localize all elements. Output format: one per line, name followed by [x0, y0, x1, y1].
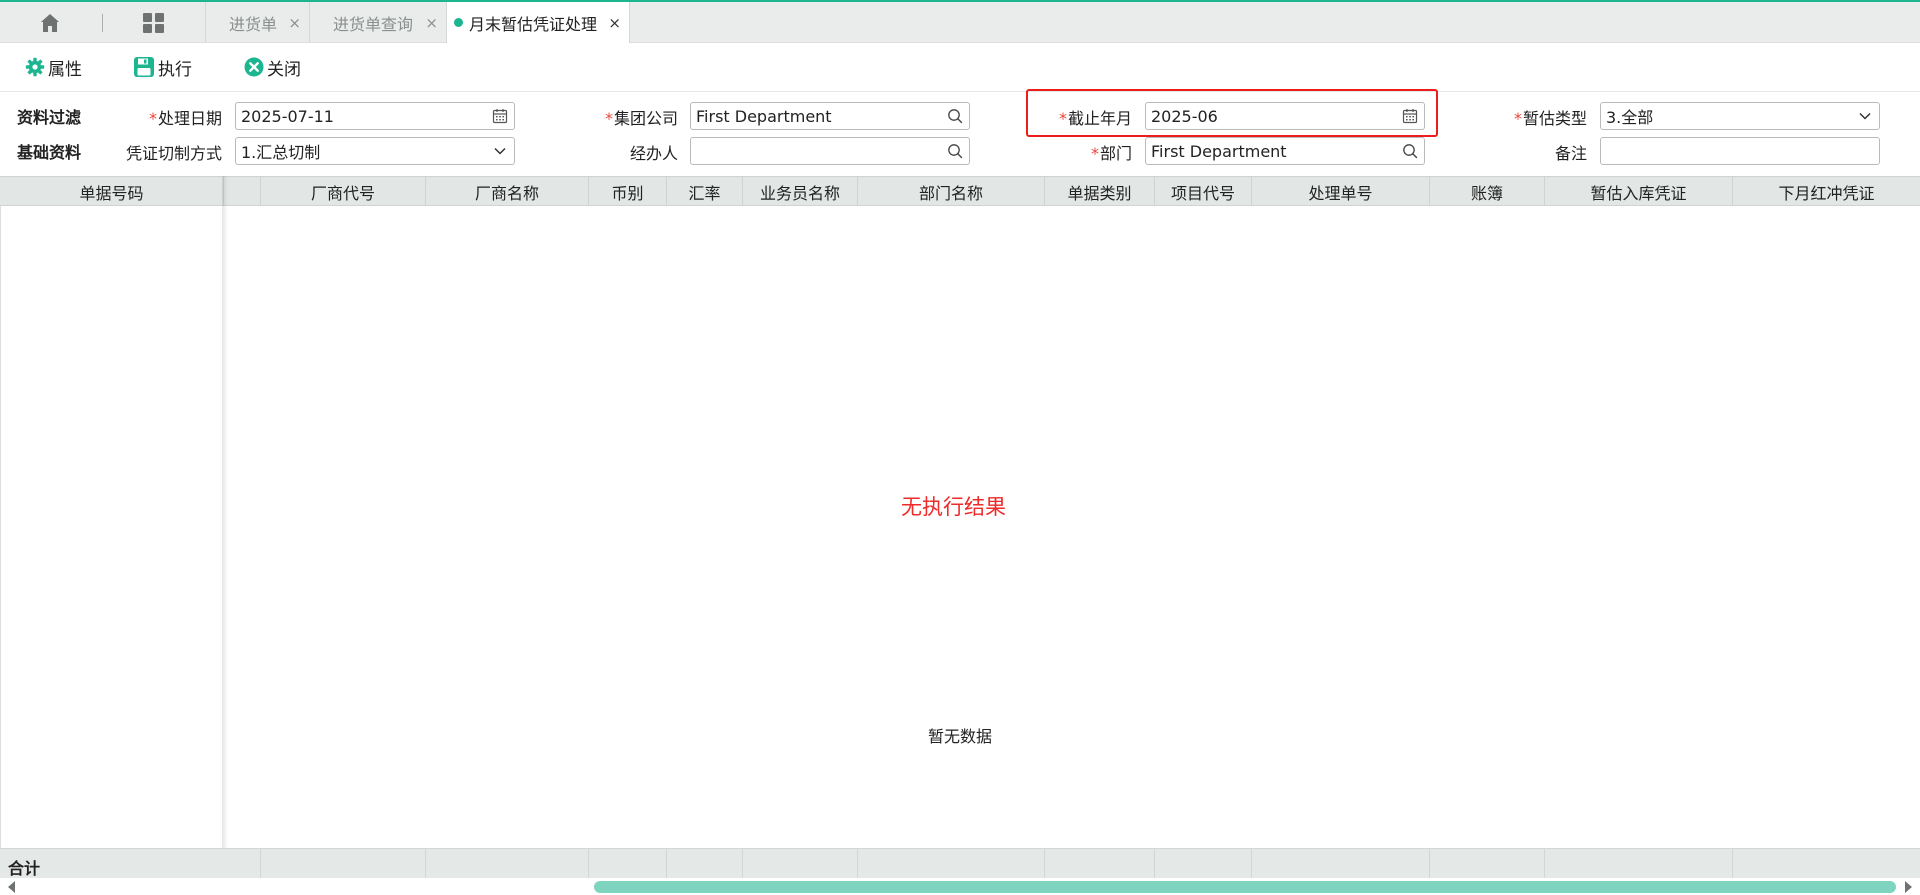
footer-cell: [743, 849, 858, 879]
required-mark: *: [1090, 144, 1099, 163]
active-tab-dot-icon: [454, 18, 463, 27]
required-mark: *: [604, 109, 613, 128]
calendar-icon[interactable]: [492, 108, 508, 124]
column-header-vendor-code[interactable]: 厂商代号: [261, 177, 426, 206]
execute-label: 执行: [158, 59, 192, 80]
footer-cell: [858, 849, 1045, 879]
remark-field[interactable]: [1600, 137, 1880, 165]
footer-cell: [261, 849, 426, 879]
column-header-project-code[interactable]: 项目代号: [1155, 177, 1252, 206]
estimate-type-select[interactable]: 3.全部: [1600, 102, 1880, 130]
chevron-down-icon[interactable]: [492, 143, 508, 159]
tab-label: 进货单查询: [333, 14, 414, 34]
frozen-column-shadow: [222, 176, 228, 876]
save-icon: [134, 57, 154, 77]
group-company-field[interactable]: First Department: [690, 102, 970, 130]
tab-close-icon[interactable]: ×: [288, 14, 301, 32]
column-header-department-name[interactable]: 部门名称: [858, 177, 1045, 206]
tab-bar: 进货单 × 进货单查询 × 月末暂估凭证处理 ×: [0, 2, 1920, 43]
column-header-ledger[interactable]: 账簿: [1430, 177, 1545, 206]
footer-cell: [1155, 849, 1252, 879]
filter-panel: 资料过滤 基础资料 *处理日期 2025-07-11 *集团公司 First D…: [0, 91, 1920, 176]
properties-label: 属性: [48, 59, 82, 80]
department-field[interactable]: First Department: [1145, 137, 1425, 165]
app-grid-icon[interactable]: [142, 12, 166, 34]
department-value: First Department: [1151, 141, 1287, 161]
process-date-label: *处理日期: [140, 105, 222, 129]
properties-button[interactable]: 属性: [25, 55, 82, 80]
column-header-reversal-voucher[interactable]: 下月红冲凭证: [1733, 177, 1920, 206]
footer-cell: [589, 849, 667, 879]
column-header-doc-type[interactable]: 单据类别: [1045, 177, 1155, 206]
chevron-down-icon[interactable]: [1857, 108, 1873, 124]
tab-purchase-order[interactable]: 进货单 ×: [205, 2, 309, 43]
scrollbar-thumb[interactable]: [594, 881, 1896, 893]
column-header-currency[interactable]: 币别: [589, 177, 667, 206]
search-icon[interactable]: [947, 108, 963, 124]
toolbar: 属性 执行 关闭: [0, 43, 1920, 91]
tabbar-divider: [102, 14, 103, 32]
voucher-mode-select[interactable]: 1.汇总切制: [235, 137, 515, 165]
scroll-left-arrow-icon[interactable]: [8, 881, 15, 893]
column-header-exchange-rate[interactable]: 汇率: [667, 177, 743, 206]
required-mark: *: [148, 109, 157, 128]
no-result-message: 无执行结果: [901, 495, 1006, 519]
column-header-process-number[interactable]: 处理单号: [1252, 177, 1430, 206]
empty-data-message: 暂无数据: [928, 727, 993, 746]
process-date-label-text: 处理日期: [157, 109, 222, 128]
footer-cell: [1430, 849, 1545, 879]
handler-field[interactable]: [690, 137, 970, 165]
horizontal-scrollbar[interactable]: [0, 878, 1920, 895]
cutoff-month-highlight-box: [1026, 89, 1438, 137]
required-mark: *: [1513, 109, 1522, 128]
tab-label: 月末暂估凭证处理: [469, 14, 598, 34]
group-company-label-text: 集团公司: [613, 109, 678, 128]
home-icon[interactable]: [38, 11, 62, 35]
estimate-type-label: *暂估类型: [1495, 105, 1587, 129]
department-label-text: 部门: [1099, 144, 1132, 163]
column-header-vendor-name[interactable]: 厂商名称: [426, 177, 589, 206]
footer-cell: [667, 849, 743, 879]
estimate-type-value: 3.全部: [1606, 108, 1654, 127]
column-header-estimate-voucher[interactable]: 暂估入库凭证: [1545, 177, 1733, 206]
scroll-right-arrow-icon[interactable]: [1905, 881, 1912, 893]
execute-button[interactable]: 执行: [133, 55, 192, 80]
tab-purchase-order-query[interactable]: 进货单查询 ×: [309, 2, 446, 43]
tab-close-icon[interactable]: ×: [608, 14, 621, 32]
gear-icon: [25, 57, 45, 77]
voucher-mode-value: 1.汇总切制: [241, 143, 321, 162]
footer-cell: [426, 849, 589, 879]
footer-cell: [224, 849, 261, 879]
tab-month-end-estimate-voucher[interactable]: 月末暂估凭证处理 ×: [446, 2, 630, 43]
group-company-label: *集团公司: [590, 105, 678, 129]
search-icon[interactable]: [947, 143, 963, 159]
footer-cell: [1045, 849, 1155, 879]
close-label: 关闭: [267, 59, 301, 80]
section-filter-label: 资料过滤: [17, 108, 82, 127]
column-header-doc-number[interactable]: 单据号码: [0, 177, 224, 206]
grid-footer-totals: 合计: [0, 848, 1920, 879]
remark-label: 备注: [1554, 144, 1587, 163]
search-icon[interactable]: [1402, 143, 1418, 159]
department-label: *部门: [1040, 140, 1132, 164]
process-date-value: 2025-07-11: [241, 106, 334, 126]
group-company-value: First Department: [696, 106, 832, 126]
tab-label: 进货单: [229, 14, 278, 34]
grid-body: 无执行结果 暂无数据: [0, 206, 1920, 848]
close-button[interactable]: 关闭: [244, 55, 301, 80]
footer-cell: [1545, 849, 1733, 879]
voucher-mode-label: 凭证切制方式: [125, 144, 222, 163]
estimate-type-label-text: 暂估类型: [1522, 109, 1587, 128]
process-date-field[interactable]: 2025-07-11: [235, 102, 515, 130]
footer-cell: [1252, 849, 1430, 879]
column-header-salesperson[interactable]: 业务员名称: [743, 177, 858, 206]
tab-close-icon[interactable]: ×: [425, 14, 438, 32]
column-header-spacer: [224, 177, 261, 206]
section-basic-label: 基础资料: [17, 143, 82, 162]
grid-header: 单据号码 厂商代号 厂商名称 币别 汇率 业务员名称 部门名称 单据类别 项目代…: [0, 176, 1920, 206]
close-circle-icon: [244, 57, 264, 77]
handler-label: 经办人: [629, 144, 678, 163]
total-label: 合计: [8, 859, 41, 878]
